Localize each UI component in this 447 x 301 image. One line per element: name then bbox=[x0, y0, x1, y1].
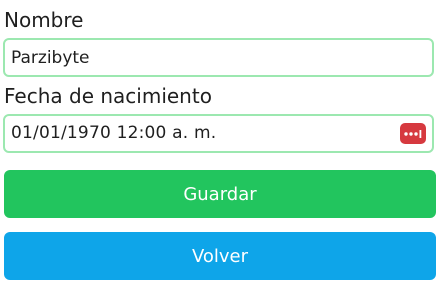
name-input[interactable] bbox=[5, 40, 432, 75]
back-button[interactable]: Volver bbox=[4, 232, 436, 280]
calendar-picker-icon[interactable] bbox=[400, 123, 426, 144]
dob-value: 01/01/1970 12:00 a. m. bbox=[11, 123, 217, 143]
person-form: Nombre Fecha de nacimiento 01/01/1970 12… bbox=[0, 0, 447, 301]
dob-label: Fecha de nacimiento bbox=[4, 84, 212, 108]
dob-input[interactable]: 01/01/1970 12:00 a. m. bbox=[3, 114, 434, 153]
dots-icon bbox=[404, 129, 422, 138]
name-label: Nombre bbox=[4, 8, 84, 32]
save-button[interactable]: Guardar bbox=[4, 170, 436, 218]
name-field-wrapper bbox=[3, 38, 434, 77]
